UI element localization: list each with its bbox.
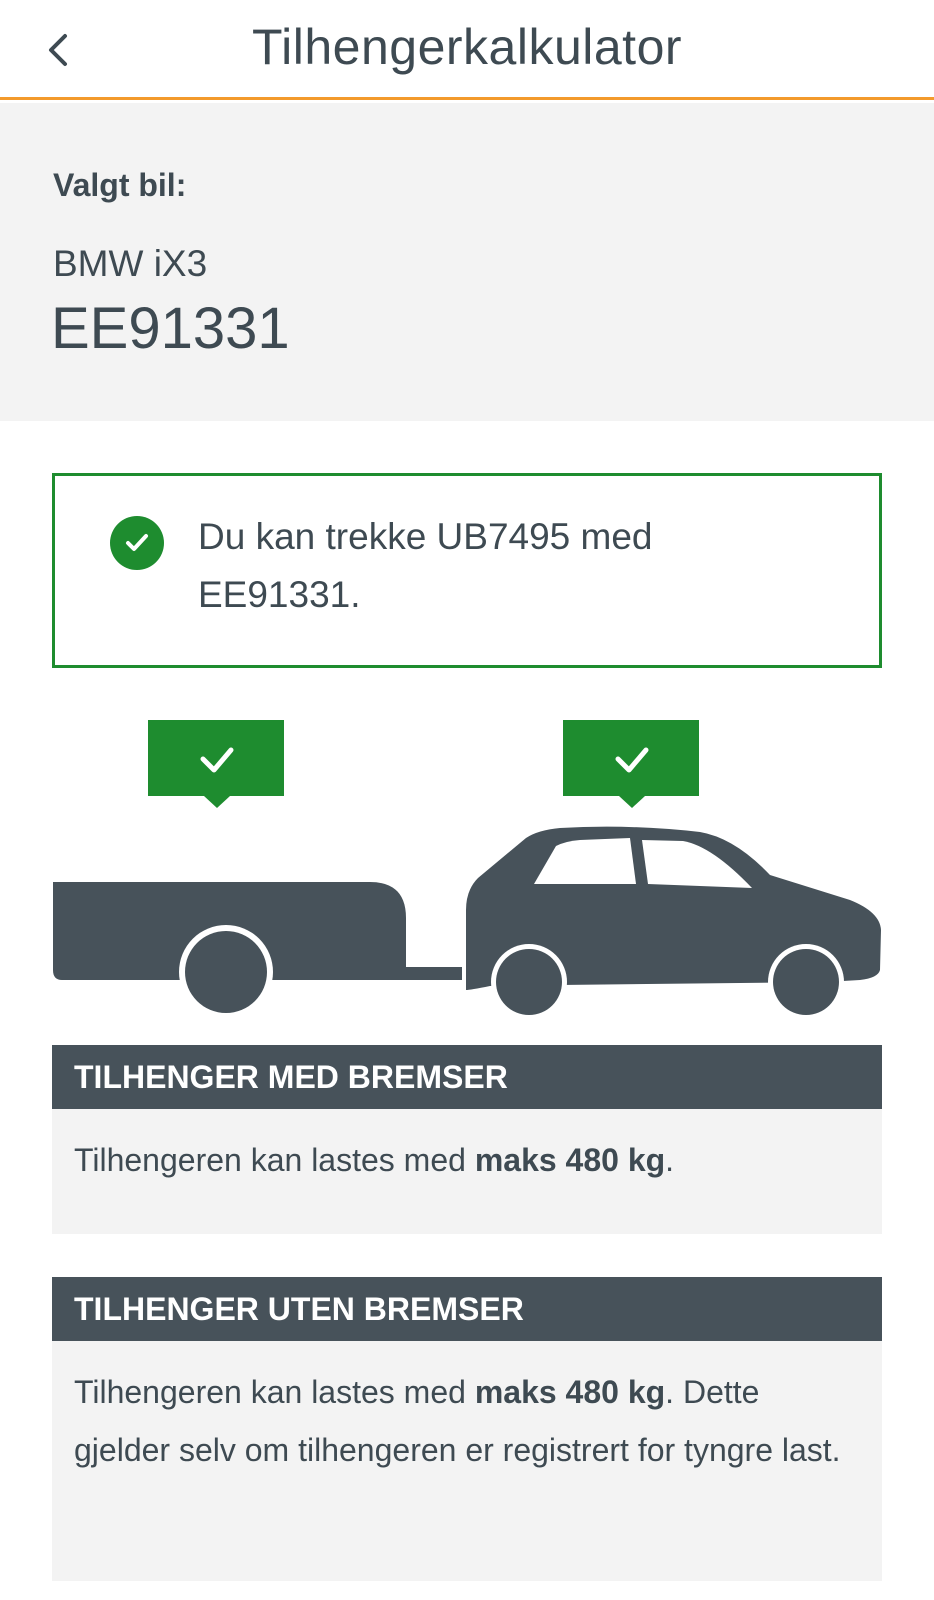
section-body-without-brakes: Tilhengeren kan lastes med maks 480 kg. … bbox=[52, 1341, 882, 1581]
max-load-value: maks 480 kg bbox=[474, 1374, 666, 1410]
car-icon bbox=[466, 826, 881, 1020]
trailer-check-icon bbox=[148, 720, 284, 808]
section-header-with-brakes: TILHENGER MED BREMSER bbox=[52, 1045, 882, 1109]
vehicle-illustration bbox=[53, 720, 881, 1020]
section-text: Tilhengeren kan lastes med bbox=[74, 1142, 475, 1178]
section-body-with-brakes: Tilhengeren kan lastes med maks 480 kg. bbox=[52, 1109, 882, 1234]
selected-car-panel: Valgt bil: BMW iX3 EE91331 bbox=[0, 103, 934, 421]
car-check-icon bbox=[563, 720, 699, 808]
selected-car-label: Valgt bil: bbox=[53, 167, 187, 203]
check-circle-icon bbox=[110, 516, 164, 570]
result-box: Du kan trekke UB7495 med EE91331. bbox=[52, 473, 882, 668]
result-text: Du kan trekke UB7495 med EE91331. bbox=[198, 516, 653, 615]
trailer-icon bbox=[53, 882, 462, 1019]
max-load-value: maks 480 kg bbox=[474, 1142, 666, 1178]
section-text-end: . bbox=[665, 1142, 675, 1178]
section-header-without-brakes: TILHENGER UTEN BREMSER bbox=[52, 1277, 882, 1341]
section-text: Tilhengeren kan lastes med bbox=[74, 1374, 475, 1410]
car-model: BMW iX3 bbox=[53, 243, 208, 284]
page-title: Tilhengerkalkulator bbox=[251, 19, 683, 75]
car-plate: EE91331 bbox=[51, 296, 290, 361]
app-header: Tilhengerkalkulator bbox=[0, 0, 934, 100]
